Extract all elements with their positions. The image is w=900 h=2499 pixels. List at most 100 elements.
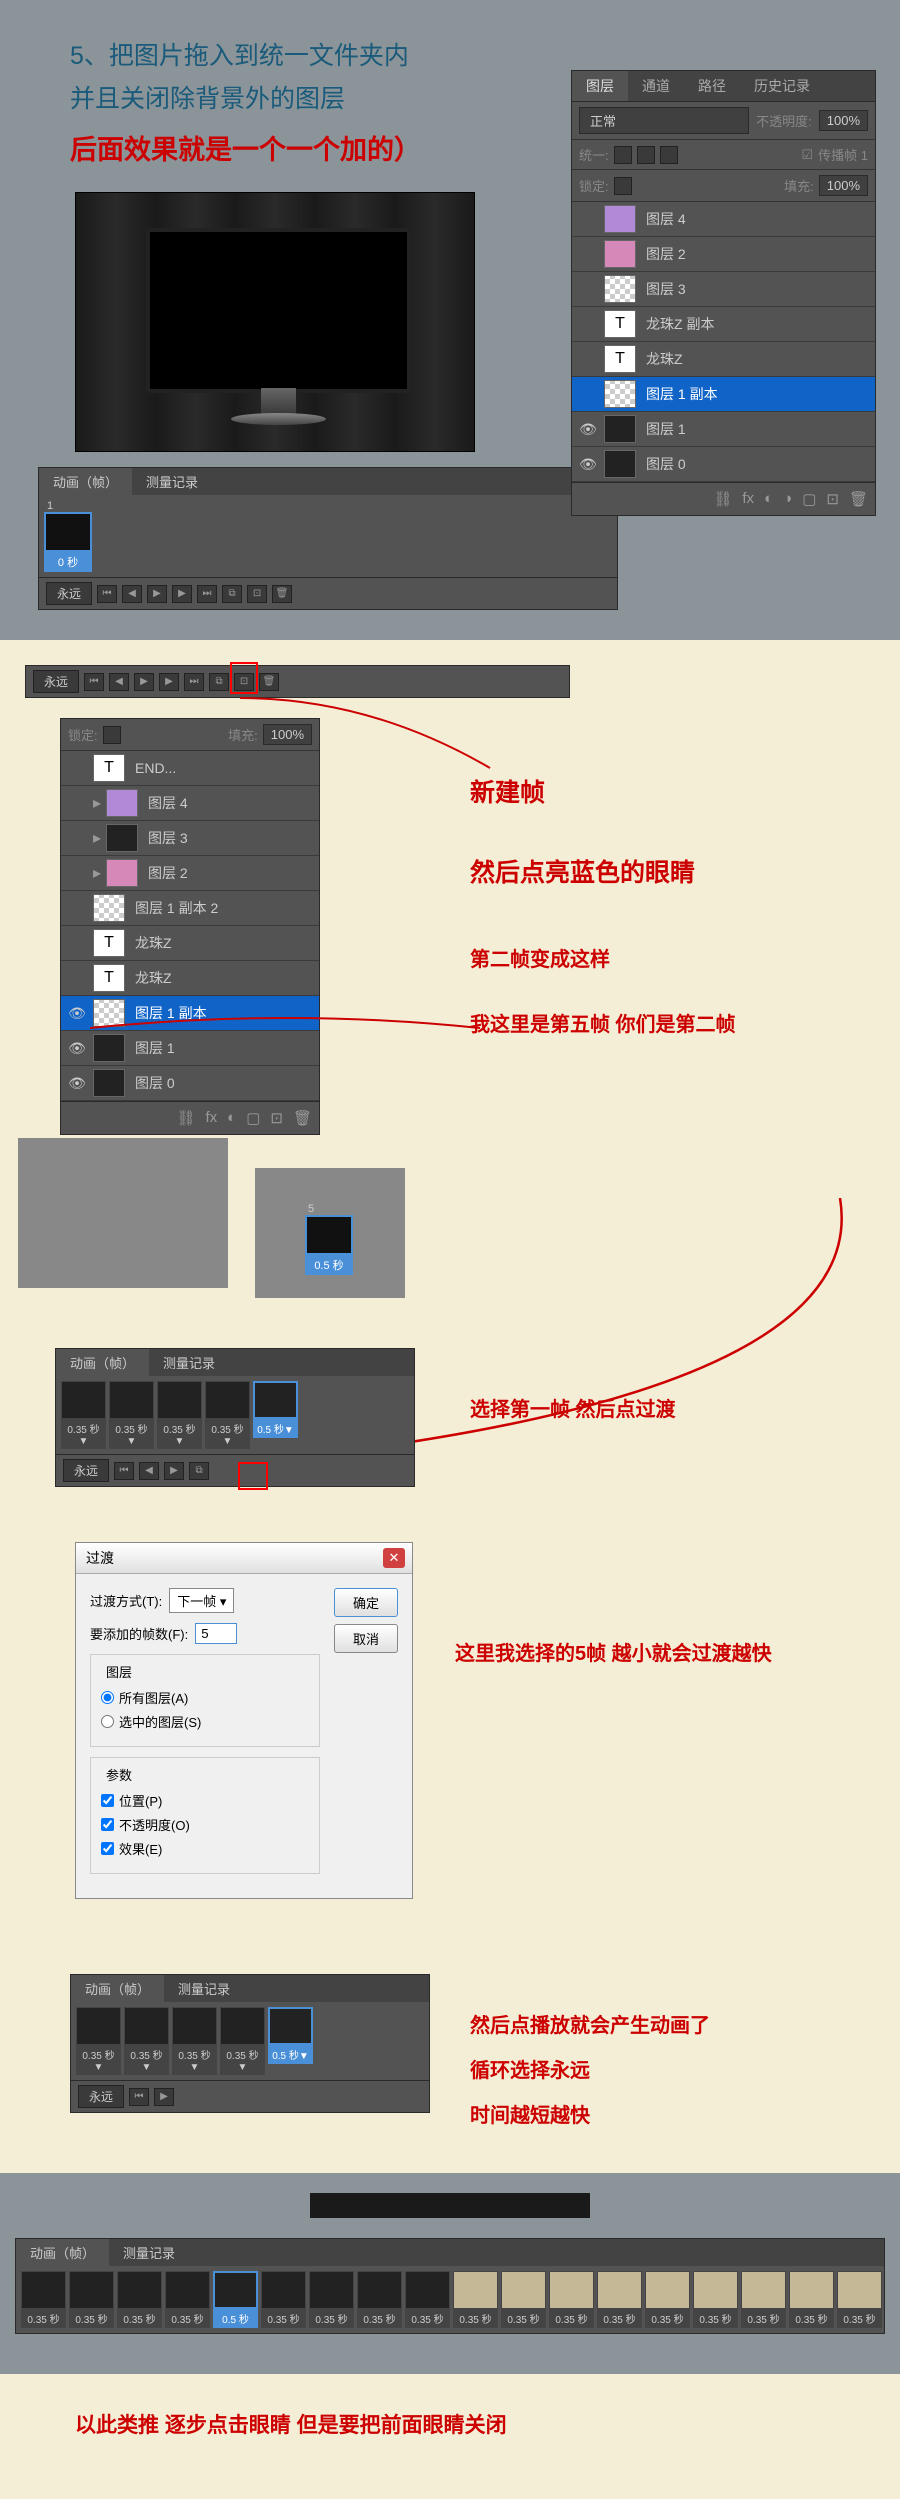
trash-icon[interactable]: 🗑 xyxy=(849,490,868,508)
opacity-value[interactable]: 100% xyxy=(819,110,868,131)
tab-paths[interactable]: 路径 xyxy=(684,71,740,101)
frame-item[interactable]: 0.35 秒 xyxy=(501,2271,546,2328)
layer-row[interactable]: T龙珠Z xyxy=(572,342,875,377)
trash-icon-3[interactable]: 🗑 xyxy=(293,1109,312,1127)
link-icon[interactable]: ⛓ xyxy=(713,490,732,508)
layer-row[interactable]: 图层 1 副本 2 xyxy=(61,891,319,926)
frame-item[interactable]: 0.35 秒▼ xyxy=(61,1381,106,1449)
visibility-eye-icon[interactable] xyxy=(66,967,88,989)
frame-item[interactable]: 0.5 秒▼ xyxy=(268,2007,313,2075)
visibility-eye-icon[interactable] xyxy=(577,208,599,230)
visibility-eye-icon[interactable] xyxy=(66,792,88,814)
frame-item[interactable]: 0.35 秒 xyxy=(357,2271,402,2328)
lock-icon-2[interactable] xyxy=(103,726,121,744)
frame-item[interactable]: 0.35 秒 xyxy=(597,2271,642,2328)
frame-item[interactable]: 0.35 秒 xyxy=(309,2271,354,2328)
visibility-eye-icon[interactable] xyxy=(577,313,599,335)
tab-channels[interactable]: 通道 xyxy=(628,71,684,101)
layer-row[interactable]: 👁图层 0 xyxy=(61,1066,319,1101)
layer-row[interactable]: ▸图层 4 xyxy=(61,786,319,821)
frame-item[interactable]: 0.35 秒 xyxy=(69,2271,114,2328)
folder-icon-2[interactable]: ▢ xyxy=(246,1109,260,1127)
check-position[interactable] xyxy=(101,1794,114,1807)
new-layer-icon[interactable]: ⊡ xyxy=(826,490,839,508)
loop-dropdown-2[interactable]: 永远 xyxy=(33,670,79,693)
layer-row[interactable]: 👁图层 1 副本 xyxy=(61,996,319,1031)
fx-icon-2[interactable]: fx xyxy=(205,1109,217,1127)
frame-item[interactable]: 0.35 秒 xyxy=(165,2271,210,2328)
frame-item[interactable]: 0.35 秒▼ xyxy=(220,2007,265,2075)
delete-frame-icon[interactable]: 🗑 xyxy=(272,585,292,603)
mask-icon[interactable]: ◐ xyxy=(764,490,773,508)
layer-row[interactable]: ▸图层 2 xyxy=(61,856,319,891)
first-icon[interactable]: ⏮ xyxy=(84,673,104,691)
tween-button-highlighted[interactable]: ⧉ xyxy=(189,1462,209,1480)
mask-icon-2[interactable]: ◐ xyxy=(227,1109,236,1127)
frame-item[interactable]: 0.35 秒 xyxy=(645,2271,690,2328)
frames-input[interactable] xyxy=(195,1623,237,1644)
fill-value[interactable]: 100% xyxy=(819,175,868,196)
frame-item[interactable]: 0.35 秒▼ xyxy=(157,1381,202,1449)
visibility-eye-icon[interactable]: 👁 xyxy=(66,1002,88,1024)
fx-icon[interactable]: fx xyxy=(742,490,754,508)
unify-icon-1[interactable] xyxy=(614,146,632,164)
visibility-eye-icon[interactable] xyxy=(66,932,88,954)
ok-button[interactable]: 确定 xyxy=(334,1588,398,1617)
play-icon-2[interactable]: ▶ xyxy=(134,673,154,691)
tab-measure[interactable]: 测量记录 xyxy=(132,468,212,495)
radio-all-layers[interactable] xyxy=(101,1691,114,1704)
visibility-eye-icon[interactable] xyxy=(66,757,88,779)
frame-item[interactable]: 0.35 秒▼ xyxy=(76,2007,121,2075)
visibility-eye-icon[interactable] xyxy=(577,278,599,300)
visibility-eye-icon[interactable]: 👁 xyxy=(577,418,599,440)
visibility-eye-icon[interactable] xyxy=(577,243,599,265)
visibility-eye-icon[interactable] xyxy=(66,862,88,884)
folder-icon[interactable]: ▢ xyxy=(802,490,816,508)
frame-item[interactable]: 0.35 秒 xyxy=(789,2271,834,2328)
next-icon[interactable]: ▶ xyxy=(159,673,179,691)
last-icon[interactable]: ⏭ xyxy=(184,673,204,691)
layer-row[interactable]: 图层 3 xyxy=(572,272,875,307)
frame-item[interactable]: 0.5 秒▼ xyxy=(253,1381,298,1449)
layer-row[interactable]: 👁图层 1 xyxy=(61,1031,319,1066)
tab-layers[interactable]: 图层 xyxy=(572,71,628,101)
new-icon-2[interactable]: ⊡ xyxy=(270,1109,283,1127)
frame-1[interactable]: 1 0 秒 xyxy=(44,500,92,572)
frame-item[interactable]: 0.5 秒 xyxy=(213,2271,258,2328)
radio-selected-layers[interactable] xyxy=(101,1715,114,1728)
frame-item[interactable]: 0.35 秒 xyxy=(741,2271,786,2328)
layer-row[interactable]: 图层 2 xyxy=(572,237,875,272)
propagate-label[interactable]: 传播帧 1 xyxy=(818,145,868,164)
last-frame-icon[interactable]: ⏭ xyxy=(197,585,217,603)
visibility-eye-icon[interactable] xyxy=(577,383,599,405)
frame-item[interactable]: 0.35 秒 xyxy=(117,2271,162,2328)
visibility-eye-icon[interactable] xyxy=(66,897,88,919)
tween-icon-2[interactable]: ⧉ xyxy=(209,673,229,691)
frame-item[interactable]: 0.35 秒▼ xyxy=(124,2007,169,2075)
frame-item[interactable]: 0.35 秒▼ xyxy=(205,1381,250,1449)
adjust-icon[interactable]: ◑ xyxy=(783,490,792,508)
visibility-eye-icon[interactable] xyxy=(577,348,599,370)
trash-icon-2[interactable]: 🗑 xyxy=(259,673,279,691)
unify-icon-2[interactable] xyxy=(637,146,655,164)
layer-row[interactable]: ▸图层 3 xyxy=(61,821,319,856)
first-frame-icon[interactable]: ⏮ xyxy=(97,585,117,603)
frame-5-single[interactable]: 5 0.5 秒 xyxy=(305,1203,353,1275)
layer-row[interactable]: 图层 4 xyxy=(572,202,875,237)
layer-row[interactable]: 👁图层 1 xyxy=(572,412,875,447)
next-frame-icon[interactable]: ▶ xyxy=(172,585,192,603)
unify-icon-3[interactable] xyxy=(660,146,678,164)
frame-item[interactable]: 0.35 秒 xyxy=(693,2271,738,2328)
new-frame-icon[interactable]: ⊡ xyxy=(247,585,267,603)
layer-row[interactable]: 👁图层 0 xyxy=(572,447,875,482)
lock-icon[interactable] xyxy=(614,177,632,195)
frame-item[interactable]: 0.35 秒▼ xyxy=(172,2007,217,2075)
link-icon-2[interactable]: ⛓ xyxy=(176,1109,195,1127)
layer-row[interactable]: T龙珠Z 副本 xyxy=(572,307,875,342)
check-opacity[interactable] xyxy=(101,1818,114,1831)
layer-row[interactable]: 图层 1 副本 xyxy=(572,377,875,412)
frame-item[interactable]: 0.35 秒 xyxy=(453,2271,498,2328)
close-icon[interactable]: ✕ xyxy=(383,1548,405,1568)
visibility-eye-icon[interactable]: 👁 xyxy=(66,1037,88,1059)
frame-item[interactable]: 0.35 秒▼ xyxy=(109,1381,154,1449)
